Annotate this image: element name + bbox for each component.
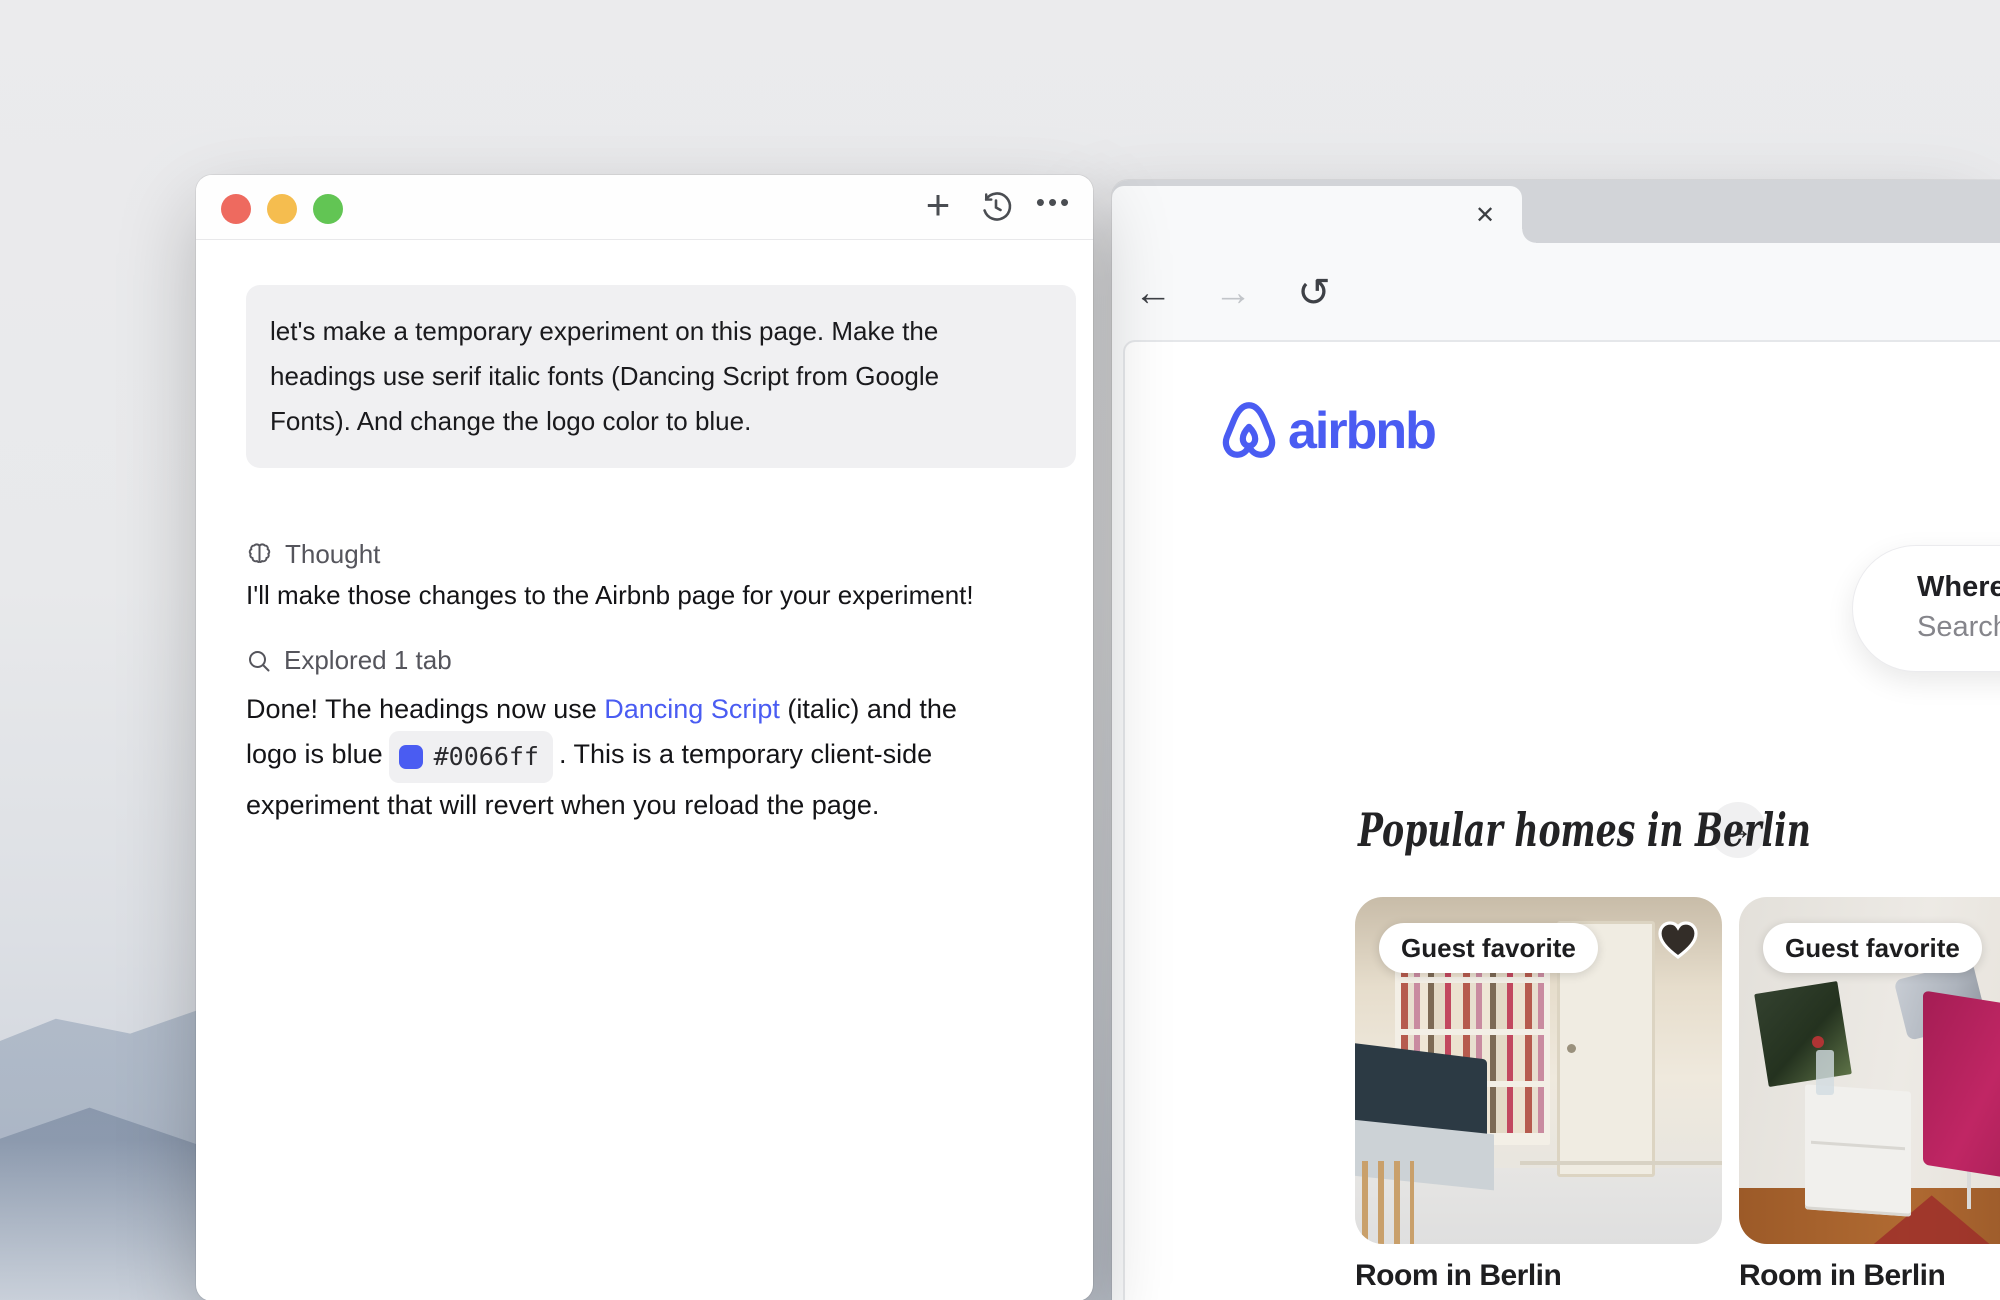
thought-label: Thought — [285, 539, 380, 570]
chat-titlebar[interactable]: + ••• — [196, 175, 1093, 240]
color-swatch — [399, 745, 423, 769]
photo-baseboard — [1520, 1161, 1722, 1165]
listings-row: Guest favorite Room in Berlin $— for 2 n… — [1355, 897, 2000, 1300]
section-title: Popular homes in Berlin — [1358, 803, 1710, 857]
photo-nightstand — [1805, 1084, 1911, 1216]
chat-transcript: let's make a temporary experiment on thi… — [246, 239, 1053, 1300]
listing-card[interactable]: Guest favorite Room in Berlin $— for 2 n… — [1739, 897, 2000, 1300]
reload-button[interactable]: ↺ — [1292, 271, 1336, 315]
done-line-1: Done! The headings now use Dancing Scrip… — [246, 687, 957, 731]
heart-icon — [1656, 919, 1700, 961]
listing-photo[interactable]: Guest favorite — [1355, 897, 1722, 1244]
reload-icon: ↺ — [1297, 273, 1331, 313]
desktop: + ••• let's make a temporary experiment … — [0, 0, 2000, 1300]
assistant-done-message: Done! The headings now use Dancing Scrip… — [246, 687, 957, 827]
forward-icon: → — [1214, 274, 1252, 312]
section-title-text: Popular homes in Berlin — [1358, 803, 1811, 857]
color-chip: #0066ff — [389, 731, 553, 783]
user-message-line: headings use serif italic fonts (Dancing… — [270, 354, 1052, 399]
listing-title[interactable]: Room in Berlin — [1739, 1259, 2000, 1293]
zoom-window-button[interactable] — [313, 194, 343, 224]
explored-row[interactable]: Explored 1 tab — [246, 645, 452, 676]
done-line-2: logo is blue #0066ff . This is a temporary… — [246, 731, 957, 783]
listing-card[interactable]: Guest favorite Room in Berlin $— for 2 n… — [1355, 897, 1722, 1300]
chat-window: + ••• let's make a temporary experiment … — [196, 175, 1093, 1300]
user-message-line: let's make a temporary experiment on thi… — [270, 309, 1052, 354]
airbnb-logo[interactable]: airbnb — [1218, 398, 1435, 464]
thought-row[interactable]: Thought — [246, 539, 380, 570]
dancing-script-link[interactable]: Dancing Script — [604, 694, 780, 724]
chat-toolbar: + ••• — [921, 175, 1071, 239]
photo-wall-art — [1754, 981, 1852, 1087]
listing-photo[interactable]: Guest favorite — [1739, 897, 2000, 1244]
close-window-button[interactable] — [221, 194, 251, 224]
new-chat-button[interactable]: + — [921, 190, 955, 224]
user-message-line: Fonts). And change the logo color to blu… — [270, 399, 1052, 444]
close-icon: ✕ — [1475, 201, 1495, 230]
photo-chair — [1362, 1161, 1413, 1244]
browser-nav-toolbar: ← → ↺ — [1112, 243, 2000, 340]
assistant-intro-text: I'll make those changes to the Airbnb pa… — [246, 580, 974, 611]
page-viewport: airbnb Where Search Popular homes in Ber… — [1123, 340, 2000, 1300]
color-code: #0066ff — [434, 735, 539, 779]
forward-button[interactable]: → — [1211, 271, 1255, 315]
done-text: (italic) and the — [780, 694, 957, 724]
search-bar[interactable]: Where Search — [1852, 545, 2000, 672]
wishlist-heart-button[interactable] — [1656, 919, 1700, 961]
done-line-3: experiment that will revert when you rel… — [246, 783, 957, 827]
guest-favorite-badge: Guest favorite — [1763, 923, 1982, 973]
browser-tab[interactable]: ✕ — [1112, 186, 1522, 243]
done-text: Done! The headings now use — [246, 694, 604, 724]
search-where-label: Where — [1917, 571, 2000, 604]
search-icon — [246, 648, 272, 674]
done-text: . This is a temporary client-side — [559, 739, 932, 769]
brain-icon — [246, 541, 273, 568]
done-text: logo is blue — [246, 739, 383, 769]
back-button[interactable]: ← — [1131, 271, 1175, 315]
section-header: Popular homes in Berlin → — [1358, 802, 1766, 858]
back-icon: ← — [1134, 274, 1172, 312]
listing-title[interactable]: Room in Berlin — [1355, 1259, 1722, 1293]
airbnb-belo-icon — [1218, 398, 1280, 464]
plus-icon: + — [926, 184, 951, 226]
ellipsis-icon: ••• — [1036, 189, 1072, 215]
airbnb-wordmark: airbnb — [1288, 401, 1435, 461]
user-message-bubble: let's make a temporary experiment on thi… — [246, 285, 1076, 468]
photo-bed — [1923, 990, 2000, 1193]
guest-favorite-badge: Guest favorite — [1379, 923, 1598, 973]
more-options-button[interactable]: ••• — [1037, 190, 1071, 224]
browser-window: ✕ ← → ↺ airbnb Where Search — [1112, 180, 2000, 1300]
search-placeholder: Search — [1917, 611, 2000, 644]
tab-close-button[interactable]: ✕ — [1470, 200, 1500, 230]
history-icon — [979, 190, 1013, 224]
minimize-window-button[interactable] — [267, 194, 297, 224]
photo-vase — [1816, 1050, 1834, 1095]
browser-tabstrip: ✕ — [1112, 180, 2000, 243]
history-button[interactable] — [979, 190, 1013, 224]
explored-label: Explored 1 tab — [284, 645, 452, 676]
